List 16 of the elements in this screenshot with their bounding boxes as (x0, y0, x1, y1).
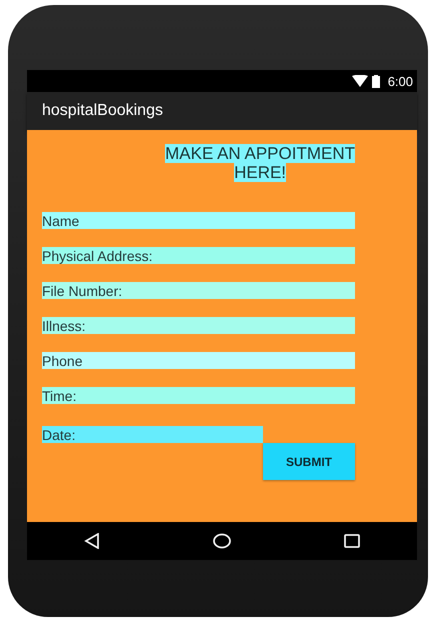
input-field[interactable]: Time: (42, 387, 355, 404)
wifi-icon (352, 75, 368, 87)
back-icon[interactable] (84, 533, 100, 549)
submit-button[interactable]: SUBMIT (263, 443, 355, 480)
clock-time: 6:00 (388, 74, 413, 88)
input-field[interactable]: Date: (42, 426, 263, 443)
input-field[interactable]: File Number: (42, 282, 355, 299)
input-field[interactable]: Illness: (42, 317, 355, 334)
battery-icon (372, 74, 380, 88)
input-field[interactable]: Phone (42, 352, 355, 369)
recents-icon[interactable] (344, 534, 360, 548)
input-field[interactable]: Name (42, 212, 355, 229)
form-heading: MAKE AN APPOITMENT HERE! (165, 144, 355, 182)
input-field[interactable]: Physical Address: (42, 247, 355, 264)
app-title: hospitalBookings (42, 102, 163, 120)
home-icon[interactable] (212, 533, 231, 549)
